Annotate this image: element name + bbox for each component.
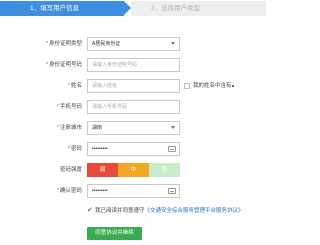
agreement-link[interactable]: 《交通安全综合服务管理平台服务协议》 — [145, 208, 244, 214]
keyboard-icon[interactable] — [168, 188, 176, 194]
mobile-row: *手机号码 请输入手机号码 — [0, 100, 266, 114]
password-label: *密码 — [67, 146, 82, 152]
confirm-password-input[interactable]: ••••••••• — [87, 184, 180, 198]
name-label: *姓名 — [67, 83, 82, 89]
strength-weak: 弱 — [87, 163, 118, 177]
region-row: *注册城市 湖南 — [0, 121, 266, 135]
name-input[interactable]: 请输入姓名 — [87, 79, 180, 93]
confirm-password-label: *确认密码 — [56, 188, 82, 194]
id-type-label: *身份证明类型 — [45, 41, 82, 47]
id-type-select[interactable]: A居民身份证 — [87, 37, 180, 51]
rare-char-dot — [232, 85, 234, 87]
agreement-text: 我已阅读并同意遵守 — [95, 208, 145, 214]
password-row: *密码 ••••••••• — [0, 142, 266, 156]
password-strength-label: 密码强度 — [59, 167, 82, 173]
keyboard-icon[interactable] — [168, 146, 176, 152]
rare-char-checkbox[interactable] — [184, 83, 190, 89]
strength-medium: 中 — [118, 163, 149, 177]
step-arrow — [124, 1, 131, 15]
name-row: *姓名 请输入姓名 我的姓名中含有 — [0, 79, 266, 93]
password-strength-meter: 弱 中 强 — [87, 163, 180, 177]
password-input[interactable]: ••••••••• — [87, 142, 180, 156]
step-progress: 1．填写用户信息 2．选择用户类型 — [0, 0, 266, 18]
agree-continue-button[interactable]: 同意协议并继续 — [87, 227, 142, 240]
agreement-row: ✔ 我已阅读并同意遵守《交通安全综合服务管理平台服务协议》 — [87, 206, 262, 216]
chevron-down-icon — [171, 126, 175, 129]
id-number-row: *身份证明号码 请输入身份证明号码 — [0, 58, 266, 72]
rare-char-label: 我的姓名中含有 — [193, 83, 232, 89]
mobile-input[interactable]: 请输入手机号码 — [87, 100, 180, 114]
id-number-label: *身份证明号码 — [45, 62, 82, 68]
checkmark-icon[interactable]: ✔ — [87, 207, 93, 215]
region-select[interactable]: 湖南 — [87, 121, 180, 135]
region-label: *注册城市 — [56, 125, 82, 131]
id-type-row: *身份证明类型 A居民身份证 — [0, 37, 266, 51]
step-1-active: 1．填写用户信息 — [0, 1, 124, 16]
step-2-inactive: 2．选择用户类型 — [131, 1, 266, 16]
confirm-password-row: *确认密码 ••••••••• — [0, 184, 266, 198]
chevron-down-icon — [171, 42, 175, 45]
password-strength-row: 密码强度 弱 中 强 — [0, 163, 266, 177]
mobile-label: *手机号码 — [56, 104, 82, 110]
id-number-input[interactable]: 请输入身份证明号码 — [87, 58, 180, 72]
strength-strong: 强 — [149, 163, 180, 177]
